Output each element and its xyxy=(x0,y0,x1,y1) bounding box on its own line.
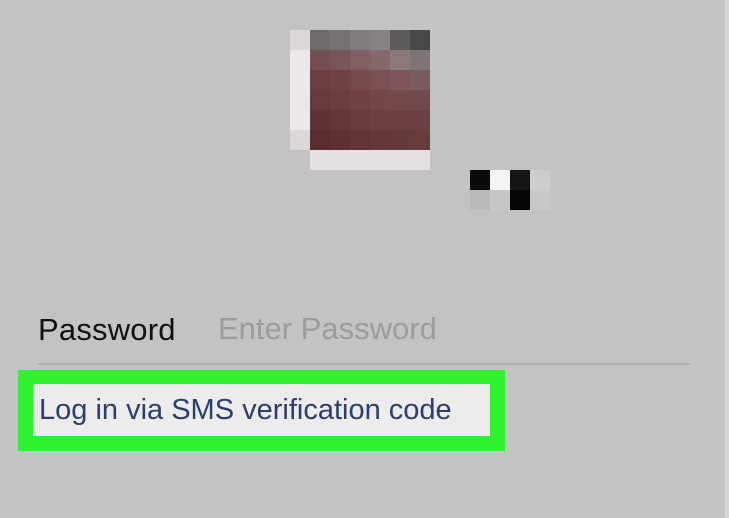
name-pixel xyxy=(510,170,530,190)
avatar-pixel xyxy=(350,70,370,90)
avatar-pixel xyxy=(310,70,330,90)
avatar-pixel xyxy=(370,30,390,50)
avatar-pixel xyxy=(350,90,370,110)
avatar-pixel xyxy=(370,50,390,70)
avatar-frame-bottom xyxy=(310,150,430,170)
avatar-pixel xyxy=(410,70,430,90)
name-pixel xyxy=(470,170,490,190)
name-pixel xyxy=(470,190,490,210)
avatar-frame-glow xyxy=(290,50,310,130)
name-pixel xyxy=(490,190,510,210)
avatar-pixel xyxy=(310,110,330,130)
sms-login-link[interactable]: Log in via SMS verification code xyxy=(33,384,490,436)
avatar-pixel xyxy=(350,130,370,150)
avatar-pixel xyxy=(350,110,370,130)
avatar-pixel xyxy=(330,70,350,90)
avatar-pixel xyxy=(370,70,390,90)
avatar-pixel xyxy=(330,50,350,70)
password-label: Password xyxy=(38,312,176,347)
avatar-pixel xyxy=(390,70,410,90)
avatar-pixel xyxy=(390,30,410,50)
login-screen: Password Log in via SMS verification cod… xyxy=(0,0,729,518)
avatar-pixel xyxy=(310,130,330,150)
avatar-pixel xyxy=(390,130,410,150)
password-divider xyxy=(38,363,690,365)
avatar-pixel xyxy=(330,90,350,110)
avatar-pixel xyxy=(310,90,330,110)
avatar-pixel xyxy=(330,110,350,130)
avatar-pixel xyxy=(390,90,410,110)
name-pixel xyxy=(490,170,510,190)
avatar-pixel xyxy=(410,50,430,70)
avatar-pixel xyxy=(350,30,370,50)
screen-edge xyxy=(725,0,729,518)
avatar-pixel xyxy=(310,50,330,70)
avatar-pixel xyxy=(330,30,350,50)
avatar-pixel-grid xyxy=(310,30,430,150)
avatar-pixel xyxy=(410,90,430,110)
password-row: Password xyxy=(38,300,690,364)
password-input[interactable] xyxy=(218,306,678,352)
avatar-pixel xyxy=(350,50,370,70)
avatar-pixel xyxy=(390,50,410,70)
avatar-pixel xyxy=(410,30,430,50)
name-pixel xyxy=(530,190,550,210)
name-pixel xyxy=(510,190,530,210)
avatar-pixel xyxy=(370,110,390,130)
account-name-pixelated xyxy=(470,170,550,210)
avatar xyxy=(290,30,430,170)
avatar-pixel xyxy=(390,110,410,130)
avatar-pixel xyxy=(310,30,330,50)
avatar-pixel xyxy=(370,130,390,150)
name-pixel xyxy=(530,170,550,190)
avatar-pixel xyxy=(410,130,430,150)
avatar-pixel xyxy=(370,90,390,110)
avatar-pixel xyxy=(330,130,350,150)
avatar-pixel xyxy=(410,110,430,130)
